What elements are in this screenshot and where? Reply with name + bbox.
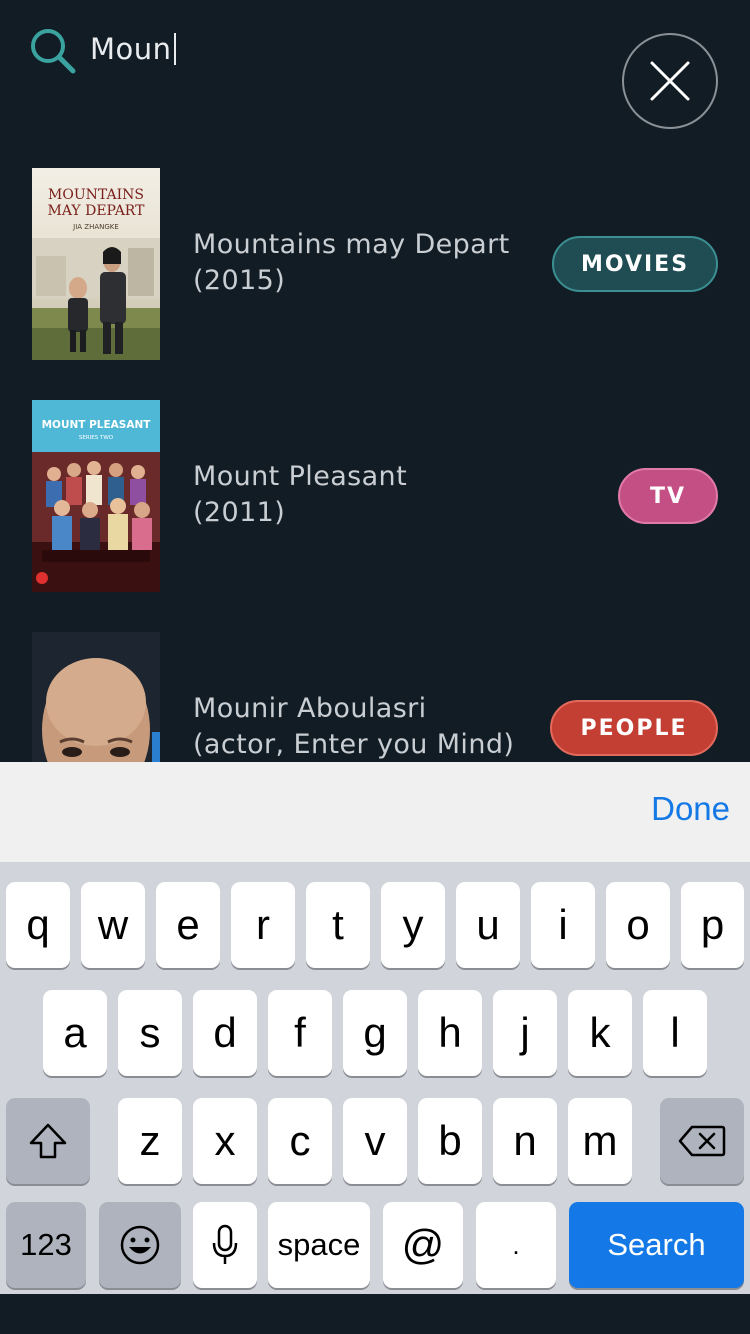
search-icon — [28, 26, 78, 76]
search-results-list: MOUNTAINS MAY DEPART JIA ZHANGKE Mountai… — [0, 150, 750, 762]
space-key[interactable]: space — [268, 1202, 370, 1288]
key-s[interactable]: s — [118, 990, 182, 1076]
key-d[interactable]: d — [193, 990, 257, 1076]
done-button[interactable]: Done — [651, 790, 730, 828]
result-title: Mountains may Depart (2015) — [193, 227, 533, 299]
key-p[interactable]: p — [681, 882, 744, 968]
text-caret — [173, 33, 176, 65]
key-y[interactable]: y — [381, 882, 445, 968]
home-indicator-area — [0, 1294, 750, 1334]
key-b[interactable]: b — [418, 1098, 482, 1184]
emoji-key[interactable] — [99, 1202, 181, 1288]
result-title: Mounir Aboulasri (actor, Enter you Mind) — [193, 691, 543, 762]
key-z[interactable]: z — [118, 1098, 182, 1184]
search-result-item[interactable]: MOUNT PLEASANT SERIES TWO Mount Pleasant… — [0, 382, 750, 592]
search-key[interactable]: Search — [569, 1202, 744, 1288]
search-result-item[interactable]: Mounir Aboulasri (actor, Enter you Mind)… — [0, 614, 750, 762]
close-icon — [650, 61, 690, 101]
emoji-icon — [120, 1225, 160, 1265]
key-i[interactable]: i — [531, 882, 595, 968]
microphone-icon — [212, 1224, 238, 1264]
key-m[interactable]: m — [568, 1098, 632, 1184]
key-f[interactable]: f — [268, 990, 332, 1076]
person-photo — [32, 632, 160, 762]
result-title: Mount Pleasant (2011) — [193, 459, 533, 531]
search-query-text: Moun — [90, 32, 172, 66]
poster-title: MOUNT PLEASANT — [42, 419, 152, 431]
search-bar: Moun — [0, 0, 750, 150]
key-x[interactable]: x — [193, 1098, 257, 1184]
category-badge-movies[interactable]: MOVIES — [552, 236, 718, 292]
movie-poster: MOUNTAINS MAY DEPART JIA ZHANGKE — [32, 168, 160, 360]
key-j[interactable]: j — [493, 990, 557, 1076]
result-title-line2: (actor, Enter you Mind) — [193, 729, 515, 760]
key-q[interactable]: q — [6, 882, 70, 968]
numbers-key[interactable]: 123 — [6, 1202, 86, 1288]
key-a[interactable]: a — [43, 990, 107, 1076]
key-t[interactable]: t — [306, 882, 370, 968]
key-e[interactable]: e — [156, 882, 220, 968]
result-title-line1: Mount Pleasant — [193, 461, 408, 492]
key-k[interactable]: k — [568, 990, 632, 1076]
key-l[interactable]: l — [643, 990, 707, 1076]
result-title-line1: Mounir Aboulasri — [193, 693, 427, 724]
close-button[interactable] — [622, 33, 718, 129]
result-title-line2: (2015) — [193, 265, 286, 296]
key-u[interactable]: u — [456, 882, 520, 968]
key-o[interactable]: o — [606, 882, 670, 968]
keyboard-accessory-bar: Done — [0, 762, 750, 862]
key-c[interactable]: c — [268, 1098, 332, 1184]
dot-key[interactable]: . — [476, 1202, 556, 1288]
key-n[interactable]: n — [493, 1098, 557, 1184]
result-title-line2: (2011) — [193, 497, 286, 528]
category-badge-people[interactable]: PEOPLE — [550, 700, 718, 756]
shift-key[interactable] — [6, 1098, 90, 1184]
poster-subtitle: SERIES TWO — [79, 435, 114, 441]
key-r[interactable]: r — [231, 882, 295, 968]
search-input[interactable]: Moun — [90, 26, 176, 72]
keyboard: q w e r t y u i o p a s d f g h j k l z … — [0, 862, 750, 1294]
poster-title-line1: MOUNTAINS — [48, 187, 144, 203]
poster-title-line2: MAY DEPART — [48, 203, 146, 219]
key-g[interactable]: g — [343, 990, 407, 1076]
shift-icon — [29, 1123, 67, 1159]
search-result-item[interactable]: MOUNTAINS MAY DEPART JIA ZHANGKE Mountai… — [0, 150, 750, 360]
category-badge-tv[interactable]: TV — [618, 468, 718, 524]
dictation-key[interactable] — [193, 1202, 257, 1288]
backspace-key[interactable] — [660, 1098, 744, 1184]
tv-poster: MOUNT PLEASANT SERIES TWO — [32, 400, 160, 592]
at-key[interactable]: @ — [383, 1202, 463, 1288]
key-w[interactable]: w — [81, 882, 145, 968]
backspace-icon — [678, 1125, 726, 1157]
key-v[interactable]: v — [343, 1098, 407, 1184]
result-title-line1: Mountains may Depart — [193, 229, 510, 260]
key-h[interactable]: h — [418, 990, 482, 1076]
poster-director: JIA ZHANGKE — [72, 223, 119, 231]
